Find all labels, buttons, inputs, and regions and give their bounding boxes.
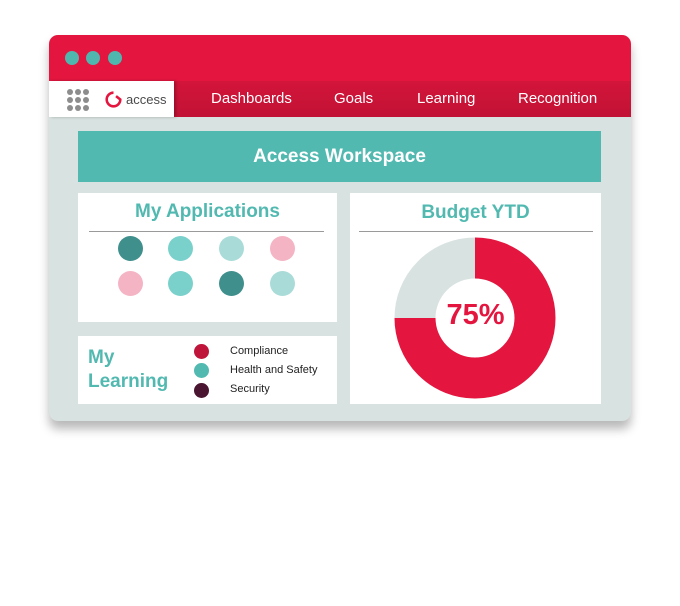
budget-percent-label: 75% — [446, 299, 505, 331]
health-safety-dot-icon — [194, 363, 209, 378]
learning-item-compliance[interactable]: Compliance — [230, 345, 288, 357]
top-nav-bar: access Dashboards Goals Learning Recogni… — [49, 81, 631, 117]
compliance-dot-icon — [194, 344, 209, 359]
learning-card: My Learning Compliance Health and Safety… — [78, 336, 337, 404]
window-control-dot[interactable] — [86, 51, 100, 65]
workspace-banner: Access Workspace — [78, 131, 601, 182]
nav-goals[interactable]: Goals — [334, 90, 373, 107]
access-logo-icon — [105, 91, 122, 108]
applications-title: My Applications — [135, 201, 280, 222]
learning-title: My Learning — [88, 347, 169, 392]
nav-dashboards[interactable]: Dashboards — [211, 90, 292, 107]
app-icon[interactable] — [219, 236, 244, 261]
app-icon[interactable] — [168, 271, 193, 296]
learning-item-health-safety[interactable]: Health and Safety — [230, 364, 317, 376]
app-icon[interactable] — [118, 271, 143, 296]
logo-text[interactable]: access — [126, 92, 166, 107]
window-control-dot[interactable] — [65, 51, 79, 65]
title-bar — [49, 35, 631, 81]
page-title: Access Workspace — [253, 145, 426, 167]
app-icon[interactable] — [219, 271, 244, 296]
apps-grid-icon[interactable] — [67, 89, 91, 113]
divider — [89, 231, 324, 232]
budget-card: Budget YTD 75% — [350, 193, 601, 404]
nav-learning[interactable]: Learning — [417, 90, 475, 107]
browser-window: access Dashboards Goals Learning Recogni… — [49, 35, 631, 421]
app-icon[interactable] — [270, 271, 295, 296]
app-icon[interactable] — [118, 236, 143, 261]
window-control-dot[interactable] — [108, 51, 122, 65]
app-icon[interactable] — [270, 236, 295, 261]
applications-card: My Applications — [78, 193, 337, 322]
security-dot-icon — [194, 383, 209, 398]
app-icon[interactable] — [168, 236, 193, 261]
learning-item-security[interactable]: Security — [230, 383, 270, 395]
logo-area: access — [49, 81, 174, 117]
nav-recognition[interactable]: Recognition — [518, 90, 597, 107]
